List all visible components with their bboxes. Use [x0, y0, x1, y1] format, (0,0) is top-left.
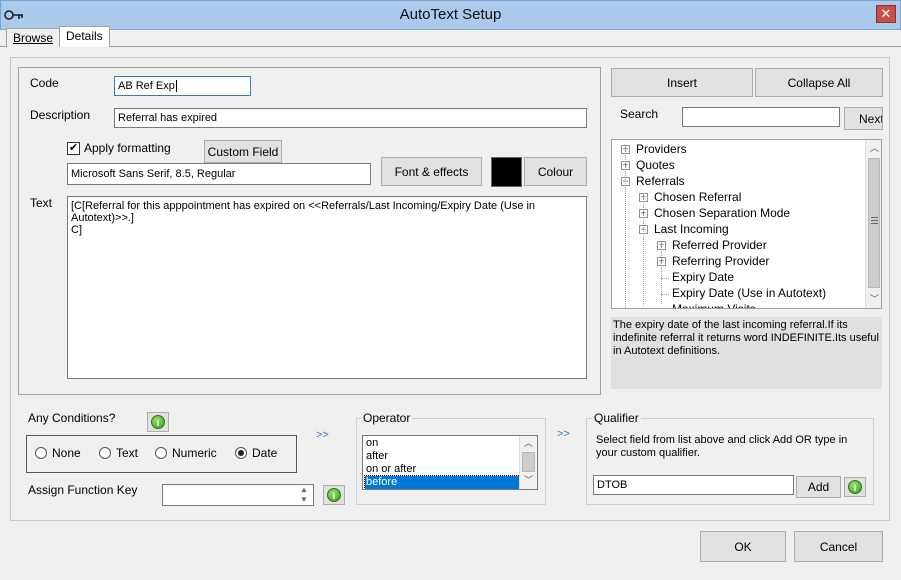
tree-item[interactable]: Chosen Referral — [654, 190, 741, 204]
tree-scrollbar[interactable]: ︿ ﹀ — [865, 140, 881, 308]
colour-button[interactable]: Colour — [524, 157, 587, 186]
tree-item[interactable]: Referred Provider — [672, 238, 767, 252]
scroll-thumb[interactable] — [868, 158, 880, 288]
scroll-down-icon[interactable]: ﹀ — [521, 473, 536, 488]
search-label: Search — [620, 107, 659, 121]
radio-date-label: Date — [252, 446, 278, 460]
tree-item[interactable]: Last Incoming — [654, 222, 729, 236]
operator-item[interactable]: on or after — [365, 463, 416, 476]
qualifier-hint: Select field from list above and click A… — [596, 434, 848, 459]
arrows-indicator-1: >> — [316, 429, 329, 441]
text-area[interactable]: [C[Referral for this apppointment has ex… — [67, 196, 587, 379]
operator-list[interactable]: on after on or after before ︿ ﹀ — [362, 435, 538, 490]
arrows-indicator-2: >> — [557, 428, 570, 440]
radio-none[interactable] — [35, 447, 47, 459]
tree-item[interactable]: Chosen Separation Mode — [654, 206, 790, 220]
conditions-label: Any Conditions? — [28, 411, 116, 425]
tab-divider — [0, 46, 901, 47]
field-description: The expiry date of the last incoming ref… — [611, 317, 882, 389]
tree-item[interactable]: Expiry Date — [672, 270, 734, 284]
tree-guide — [625, 148, 626, 308]
radio-none-label: None — [52, 446, 81, 460]
apply-formatting-checkbox[interactable]: ✔ — [67, 142, 80, 155]
code-input[interactable]: AB Ref Exp — [114, 76, 251, 96]
operator-item[interactable]: after — [365, 450, 388, 463]
tree-item[interactable]: Referring Provider — [672, 254, 769, 268]
close-button[interactable]: ✕ — [876, 5, 896, 23]
cancel-button[interactable]: Cancel — [794, 531, 883, 562]
tree-connector — [661, 294, 669, 295]
font-input[interactable]: Microsoft Sans Serif, 8.5, Regular — [67, 163, 371, 185]
info-icon: i — [848, 480, 862, 494]
insert-button[interactable]: Insert — [611, 68, 753, 97]
assign-key-label: Assign Function Key — [28, 483, 138, 497]
conditions-info-button[interactable]: i — [147, 412, 169, 432]
radio-text[interactable] — [99, 447, 111, 459]
search-input[interactable] — [682, 107, 840, 127]
colour-swatch[interactable] — [491, 157, 522, 187]
collapse-all-button[interactable]: Collapse All — [755, 68, 883, 97]
custom-field-button[interactable]: Custom Field — [204, 140, 282, 163]
info-icon: i — [151, 415, 165, 429]
tree-item[interactable]: Referrals — [636, 174, 685, 188]
operator-item[interactable]: on — [365, 437, 378, 450]
qualifier-info-button[interactable]: i — [844, 477, 866, 497]
qualifier-input[interactable]: DTOB — [593, 475, 794, 495]
font-effects-button[interactable]: Font & effects — [381, 157, 482, 186]
close-icon: ✕ — [880, 6, 892, 21]
apply-formatting-label: Apply formatting — [84, 141, 171, 155]
text-line-1: [C[Referral for this apppointment has ex… — [71, 200, 536, 224]
assign-key-info-button[interactable]: i — [323, 485, 345, 505]
assign-key-input[interactable] — [162, 484, 314, 506]
check-icon: ✔ — [68, 142, 79, 154]
code-value: AB Ref Exp — [118, 80, 175, 92]
ok-button[interactable]: OK — [700, 531, 786, 562]
scroll-down-icon[interactable]: ﹀ — [867, 292, 881, 307]
tree-connector — [661, 278, 669, 279]
description-label: Description — [30, 108, 91, 122]
operator-scrollbar[interactable]: ︿ ﹀ — [519, 436, 537, 489]
radio-numeric[interactable] — [155, 447, 167, 459]
qualifier-label: Qualifier — [592, 411, 641, 425]
field-tree[interactable]: + Providers + Quotes − Referrals + Chosen Refer… — [611, 139, 882, 309]
conditions-radio-group: None Text Numeric Date — [26, 435, 297, 473]
scroll-thumb[interactable] — [522, 452, 535, 472]
window-title: AutoText Setup — [399, 6, 502, 23]
text-label: Text — [30, 196, 53, 210]
tab-details[interactable]: Details — [59, 26, 110, 47]
radio-numeric-label: Numeric — [172, 446, 217, 460]
info-icon: i — [327, 488, 341, 502]
tree-guide — [661, 244, 662, 304]
tree-item[interactable]: Quotes — [636, 158, 675, 172]
tree-guide — [643, 196, 644, 306]
tree-item[interactable]: Maximum Visits — [672, 302, 756, 308]
operator-label: Operator — [361, 411, 413, 425]
tree-item[interactable]: Providers — [636, 142, 687, 156]
radio-date[interactable] — [235, 447, 247, 459]
next-button[interactable]: Next — [844, 107, 883, 130]
tree-item[interactable]: Expiry Date (Use in Autotext) — [672, 286, 826, 300]
tab-details-label: Details — [66, 29, 103, 43]
operator-item[interactable]: before — [364, 475, 521, 489]
tab-browse-label: Browse — [13, 31, 54, 45]
text-line-2: C] — [71, 224, 82, 236]
scroll-up-icon[interactable]: ︿ — [521, 436, 536, 451]
tab-browse[interactable]: Browse — [6, 28, 61, 47]
code-label: Code — [30, 76, 59, 90]
assign-key-spinner[interactable]: ▲ ▼ — [295, 485, 313, 505]
description-input[interactable]: Referral has expired — [114, 108, 587, 128]
scroll-up-icon[interactable]: ︿ — [867, 141, 881, 156]
add-button[interactable]: Add — [796, 476, 841, 498]
radio-text-label: Text — [116, 446, 139, 460]
